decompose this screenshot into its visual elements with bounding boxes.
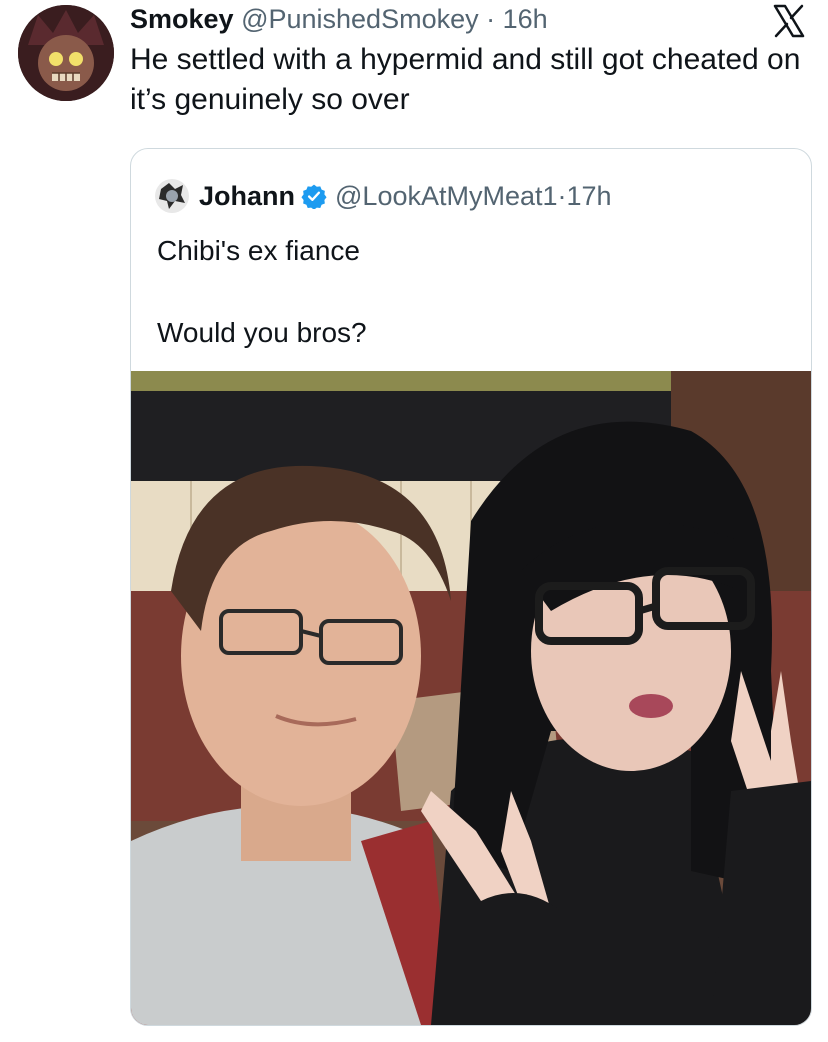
- tweet-author-line: Smokey @PunishedSmokey · 16h: [130, 2, 808, 36]
- quoted-author-handle[interactable]: @LookAtMyMeat1: [335, 179, 558, 213]
- selfie-photo[interactable]: [131, 371, 811, 1025]
- skull-character-icon: [18, 5, 114, 101]
- verified-badge-icon: [301, 184, 327, 209]
- quoted-tweet[interactable]: Johann @LookAtMyMeat1 · 17h Chibi's ex f…: [130, 148, 812, 1026]
- separator-dot: ·: [486, 4, 496, 34]
- quoted-text-line-2: Would you bros?: [157, 317, 367, 348]
- quoted-author-name[interactable]: Johann: [199, 179, 295, 213]
- tweet-avatar[interactable]: [18, 5, 114, 101]
- tweet-text: He settled with a hypermid and still got…: [130, 43, 801, 116]
- quoted-tweet-text: Chibi's ex fiance Would you bros?: [157, 233, 777, 351]
- author-handle[interactable]: @PunishedSmokey: [241, 4, 479, 34]
- quoted-author-line: Johann @LookAtMyMeat1 · 17h: [155, 179, 612, 213]
- quoted-text-line-1: Chibi's ex fiance: [157, 235, 360, 266]
- tweet-header: Smokey @PunishedSmokey · 16h He settled …: [130, 2, 808, 120]
- author-name[interactable]: Smokey: [130, 4, 234, 34]
- quoted-tweet-time[interactable]: 17h: [567, 179, 612, 213]
- character-avatar-icon: [155, 179, 189, 213]
- quoted-avatar[interactable]: [155, 179, 189, 213]
- tweet-time[interactable]: 16h: [503, 4, 548, 34]
- x-logo-icon: [773, 4, 805, 38]
- quoted-separator-dot: ·: [557, 181, 567, 211]
